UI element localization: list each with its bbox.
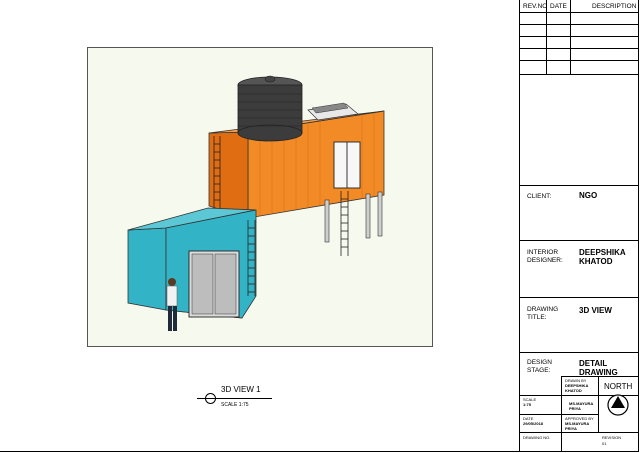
drawing-title-label-line1: DRAWING (527, 306, 559, 313)
design-stage-value-line1: DETAIL (579, 359, 608, 368)
date-header: DATE (550, 3, 567, 10)
designer-label-line1: INTERIOR (527, 249, 559, 256)
revision-value: 01 (602, 441, 607, 446)
rev-no-header: REV.NO (523, 3, 548, 10)
view-name: 3D VIEW 1 (221, 385, 261, 394)
revision-label: REVISION (602, 435, 622, 440)
date-value: 29/05/2018 (523, 421, 544, 426)
north-arrow-icon (607, 394, 629, 416)
drawing-no-label: DRAWING NO. (523, 435, 551, 440)
drawing-title-value: 3D VIEW (579, 306, 612, 315)
designer-label-line2: DESIGNER: (527, 257, 563, 264)
title-block: REV.NO DATE DESCRIPTION CLIENT: NGO INTE… (519, 0, 639, 452)
view-label: 3D VIEW 1 SCALE 1:75 (197, 384, 317, 414)
person-figure (166, 278, 178, 331)
design-stage-label-line1: DESIGN (527, 359, 552, 366)
north-label: NORTH (604, 382, 633, 391)
3d-view-viewport (87, 47, 433, 347)
container-house-render (127, 75, 385, 331)
water-tank (237, 75, 303, 142)
checked-by-value-line2: PRIYA (569, 406, 581, 411)
client-value: NGO (579, 191, 598, 200)
description-header: DESCRIPTION (592, 3, 637, 10)
designer-value-line2: KHATOD (579, 257, 613, 266)
designer-value-line1: DEEPSHIKA (579, 248, 626, 257)
view-scale: SCALE 1:75 (221, 402, 249, 408)
scale-value: 1:75 (523, 402, 532, 407)
lower-container-end (127, 227, 167, 311)
drawing-title-label-line2: TITLE: (527, 314, 547, 321)
view-label-underline (197, 398, 272, 399)
client-label: CLIENT: (527, 193, 552, 200)
drawn-by-value-line2: KHATOD (565, 388, 582, 393)
approved-by-value-line2: PRIYA (565, 426, 577, 431)
upper-container-side (208, 131, 249, 219)
design-stage-label-line2: STAGE: (527, 367, 551, 374)
